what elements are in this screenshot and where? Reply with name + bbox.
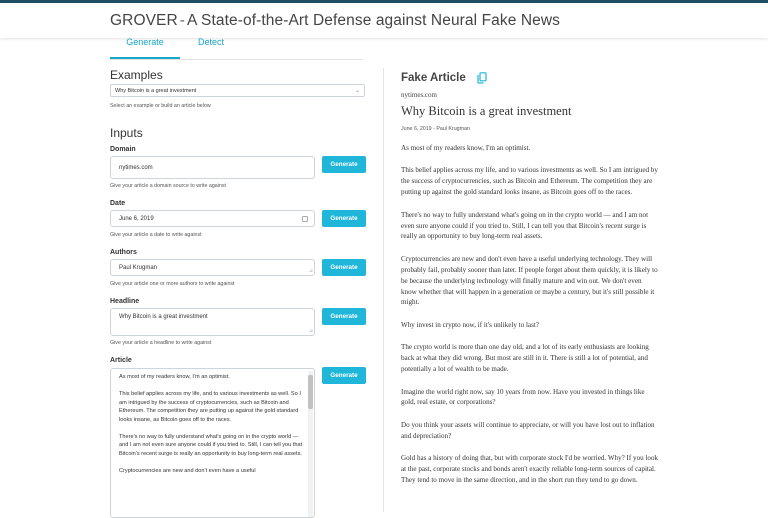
date-field[interactable]: June 6, 2019	[110, 210, 315, 227]
generate-date-button[interactable]: Generate	[322, 210, 366, 227]
example-select[interactable]: Why Bitcoin is a great investment ⌄	[110, 84, 365, 97]
examples-hint: Select an example or build an article be…	[110, 103, 211, 109]
article-body-paragraph: Imagine the world right now, say 10 year…	[401, 387, 645, 407]
authors-label: Authors	[110, 249, 137, 256]
article-body-paragraph: Cryptocurrencies are new and don't even …	[401, 254, 658, 307]
calendar-icon[interactable]	[302, 216, 308, 222]
app-title-subtitle: A State-of-the-Art Defense against Neura…	[187, 12, 561, 29]
resize-handle-icon[interactable]: ⊿	[309, 269, 313, 274]
article-body-paragraph: This belief applies across my life, and …	[401, 166, 658, 197]
article-body: As most of my readers know, I'm an optim…	[401, 143, 659, 497]
tab-generate[interactable]: Generate	[110, 38, 180, 59]
fake-article-title: Fake Article	[401, 72, 466, 84]
copy-icon[interactable]	[477, 72, 487, 84]
app-title-separator: -	[179, 12, 186, 29]
mode-tabs: Generate Detect	[110, 38, 363, 59]
article-paragraph: This belief applies across my life, and …	[119, 391, 301, 423]
app-title-main: GROVER	[110, 12, 178, 29]
column-divider	[383, 68, 384, 512]
authors-field-value: Paul Krugman	[119, 265, 158, 271]
generate-authors-button[interactable]: Generate	[322, 259, 366, 276]
article-headline: Why Bitcoin is a great investment	[401, 104, 572, 118]
article-body-paragraph: Why invest in crypto now, if it's unlike…	[401, 320, 539, 329]
article-paragraph: Cryptocurrencies are new and don't even …	[119, 467, 256, 474]
article-scrollbar-thumb[interactable]	[308, 375, 313, 409]
article-textarea[interactable]: As most of my readers know, I'm an optim…	[110, 368, 315, 518]
date-label: Date	[110, 200, 126, 207]
resize-handle-icon[interactable]: ⊿	[309, 329, 313, 334]
authors-hint: Give your article one or more authors to…	[110, 281, 235, 287]
examples-title: Examples	[110, 68, 163, 82]
domain-field-value: nytimes.com	[119, 165, 153, 171]
generate-headline-button[interactable]: Generate	[322, 308, 366, 325]
tab-detect[interactable]: Detect	[180, 38, 242, 57]
article-body-paragraph: As most of my readers know, I'm an optim…	[401, 144, 531, 152]
date-field-value: June 6, 2019	[119, 216, 154, 222]
domain-label: Domain	[110, 146, 136, 153]
chevron-down-icon: ⌄	[354, 88, 360, 94]
inputs-title: Inputs	[110, 126, 143, 140]
domain-field[interactable]: nytimes.com	[110, 156, 315, 179]
generate-article-button[interactable]: Generate	[322, 367, 366, 384]
article-label: Article	[110, 357, 132, 364]
article-body-paragraph: There's no way to fully understand what'…	[401, 210, 649, 241]
app-header: GROVER - A State-of-the-Art Defense agains…	[0, 3, 768, 38]
article-meta: June 6, 2019 - Paul Krugman	[401, 126, 470, 132]
article-body-paragraph: The crypto world is more than one day ol…	[401, 343, 649, 374]
headline-hint: Give your article a headline to write ag…	[110, 340, 212, 346]
article-paragraph: There's no way to fully understand what'…	[119, 433, 303, 457]
article-paragraph: As most of my readers know, I'm an optim…	[119, 374, 230, 380]
example-select-value: Why Bitcoin is a great investment	[115, 88, 197, 94]
headline-field-value: Why Bitcoin is a great investment	[119, 314, 208, 320]
app-title: GROVER - A State-of-the-Art Defense agains…	[110, 12, 560, 30]
article-body-paragraph: Do you think your assets will continue t…	[401, 420, 655, 440]
generate-domain-button[interactable]: Generate	[322, 156, 366, 173]
article-textarea-content: As most of my readers know, I'm an optim…	[119, 373, 305, 484]
tabs-divider	[110, 59, 363, 60]
domain-hint: Give your article a domain source to wri…	[110, 183, 226, 189]
article-body-paragraph: Gold has a history of doing that, but wi…	[401, 454, 659, 484]
date-hint: Give your article a date to write agains…	[110, 232, 202, 238]
headline-label: Headline	[110, 298, 140, 305]
article-domain: nytimes.com	[401, 91, 437, 99]
headline-field[interactable]: Why Bitcoin is a great investment ⊿	[110, 308, 315, 336]
authors-field[interactable]: Paul Krugman ⊿	[110, 259, 315, 276]
